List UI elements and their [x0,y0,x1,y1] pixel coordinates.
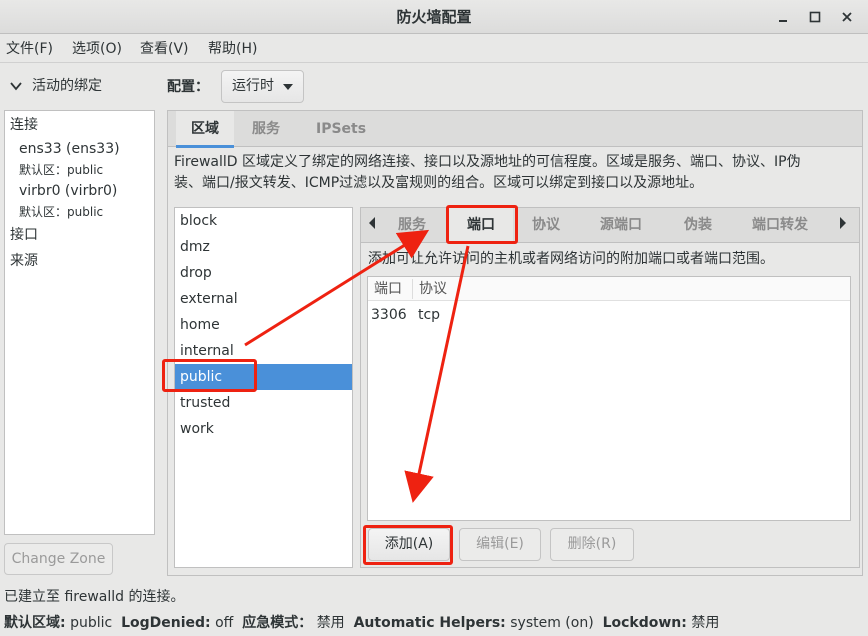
menu-view[interactable]: 查看(V) [140,35,189,63]
column-protocol[interactable]: 协议 [419,277,447,301]
highlight-ports-tab [446,205,518,244]
close-icon [842,12,852,22]
inner-tab-port-forwarding[interactable]: 端口转发 [752,208,808,243]
active-bindings-header[interactable]: 活动的绑定 [10,72,160,100]
inner-tab-masquerade[interactable]: 伪装 [684,208,712,243]
connections-label: 连接 [10,117,38,133]
status-bar: 默认区域: public LogDenied: off 应急模式： 禁用 Aut… [4,615,720,631]
connection-status: 已建立至 firewalld 的连接。 [4,589,185,605]
highlight-add-button [363,525,453,565]
window-title: 防火墙配置 [396,8,472,26]
remove-button[interactable]: 删除(R) [550,528,634,561]
table-row-port[interactable]: 3306 [371,304,407,326]
change-zone-button[interactable]: Change Zone [4,543,113,575]
minimize-icon [779,20,787,22]
minimize-button[interactable] [771,6,795,28]
ports-description: 添加可让允许访问的主机或者网络访问的附加端口或者端口范围。 [368,251,774,267]
tabs-scroll-right-icon[interactable] [840,217,846,229]
menu-help[interactable]: 帮助(H) [208,35,257,63]
tab-services[interactable]: 服务 [252,111,280,147]
zone-block[interactable]: block [175,208,352,234]
menu-file[interactable]: 文件(F) [6,35,53,63]
tabs-scroll-left-icon[interactable] [369,217,375,229]
interfaces-label[interactable]: 接口 [10,224,38,244]
connection-virbr0[interactable]: virbr0 (virbr0) [19,183,117,199]
connection-ens33-zone: 默认区：public [19,163,104,177]
column-divider [412,279,413,299]
table-row-protocol[interactable]: tcp [418,304,440,326]
zone-description: FirewallD 区域定义了绑定的网络连接、接口以及源地址的可信程度。区域是服… [174,154,801,191]
zone-work[interactable]: work [175,416,352,442]
inner-tab-protocols[interactable]: 协议 [532,208,560,243]
highlight-public-zone [162,359,257,392]
connection-ens33[interactable]: ens33 (ens33) [19,141,120,157]
zone-home[interactable]: home [175,312,352,338]
zone-trusted[interactable]: trusted [175,390,352,416]
maximize-button[interactable] [803,6,827,28]
sources-label[interactable]: 来源 [10,250,38,270]
config-dropdown[interactable]: 运行时 [221,70,304,103]
tab-ipsets[interactable]: IPSets [316,111,366,147]
chevron-down-icon [10,82,22,91]
zone-external[interactable]: external [175,286,352,312]
inner-tab-services[interactable]: 服务 [398,208,426,243]
zone-dmz[interactable]: dmz [175,234,352,260]
config-label: 配置： [167,79,209,95]
maximize-icon [809,11,821,23]
dropdown-arrow-icon [283,84,293,90]
column-port[interactable]: 端口 [374,277,402,301]
zone-drop[interactable]: drop [175,260,352,286]
connection-virbr0-zone: 默认区：public [19,205,104,219]
close-button[interactable] [835,6,859,28]
active-bindings-label: 活动的绑定 [32,78,102,94]
config-value: 运行时 [232,78,274,94]
inner-tab-source-ports[interactable]: 源端口 [600,208,642,243]
edit-button[interactable]: 编辑(E) [459,528,541,561]
menu-bar [0,35,868,63]
menu-options[interactable]: 选项(O) [72,35,122,63]
tab-zones[interactable]: 区域 [176,111,234,148]
